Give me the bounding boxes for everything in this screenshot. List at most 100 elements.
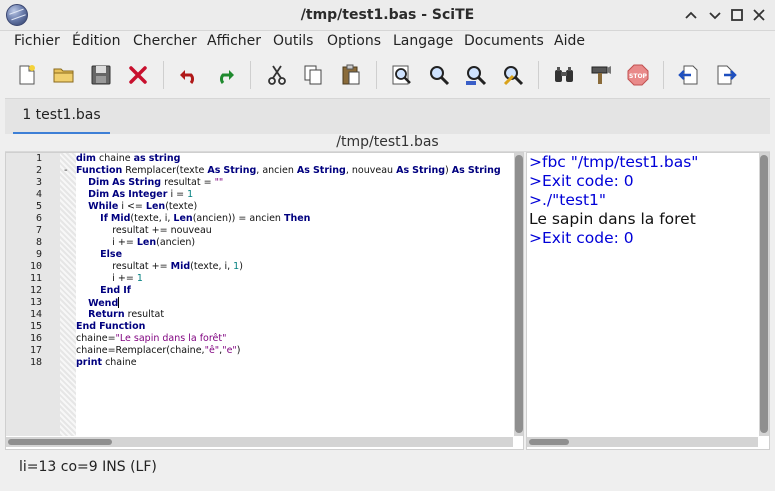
code-text: resultat = <box>161 177 215 188</box>
file-path: /tmp/test1.bas <box>336 134 439 150</box>
code-text: ) <box>239 261 243 272</box>
binoculars-icon[interactable] <box>552 63 576 87</box>
chevron-up-icon[interactable] <box>681 5 701 25</box>
close-file-icon[interactable] <box>126 63 150 87</box>
output-command-line: >fbc "/tmp/test1.bas" <box>529 153 699 171</box>
code-line[interactable]: print chaine <box>76 357 137 369</box>
code-text: (ancien) <box>156 237 196 248</box>
output-vertical-scrollbar[interactable] <box>759 153 769 436</box>
menu-outils[interactable]: Outils <box>273 33 313 49</box>
build-icon[interactable] <box>589 63 613 87</box>
code-keyword: If <box>123 285 131 296</box>
code-line[interactable]: resultat += Mid(texte, i, 1) <box>76 261 243 273</box>
line-number: 13 <box>29 297 42 308</box>
output-pane[interactable]: >fbc "/tmp/test1.bas" >Exit code: 0 >./"te… <box>526 152 770 450</box>
line-number: 9 <box>35 249 42 260</box>
code-keyword: String <box>412 165 446 176</box>
paste-icon[interactable] <box>339 63 363 87</box>
code-keyword: If <box>100 213 108 224</box>
next-buffer-icon[interactable] <box>714 63 738 87</box>
code-line[interactable]: Dim As Integer i = 1 <box>76 189 193 201</box>
code-line[interactable]: While i <= Len(texte) <box>76 201 197 213</box>
cut-icon[interactable] <box>265 63 289 87</box>
code-keyword: Integer <box>128 189 168 200</box>
find-icon[interactable] <box>427 63 451 87</box>
window-title: /tmp/test1.bas - SciTE <box>300 7 475 23</box>
code-line[interactable]: Else <box>76 249 122 261</box>
code-keyword: Function <box>99 321 146 332</box>
code-line[interactable]: i += 1 <box>76 273 143 285</box>
editor-pane[interactable]: 1 2 3 4 5 6 7 8 9 10 11 12 13 14 15 16 17 18 - dim chaine… <box>5 152 524 450</box>
code-keyword: Dim <box>88 189 110 200</box>
menu-afficher[interactable]: Afficher <box>207 33 261 49</box>
output-text-line: Le sapin dans la foret <box>529 210 696 228</box>
menu-edition[interactable]: Édition <box>72 33 120 49</box>
save-icon[interactable] <box>89 63 113 87</box>
redo-icon[interactable] <box>213 63 237 87</box>
code-text: ) <box>445 165 452 176</box>
line-number: 14 <box>29 309 42 320</box>
output-vertical-scroll-thumb[interactable] <box>760 155 768 433</box>
fold-margin[interactable] <box>60 153 76 436</box>
menu-aide[interactable]: Aide <box>554 33 585 49</box>
new-file-icon[interactable] <box>15 63 39 87</box>
line-number: 6 <box>35 213 42 224</box>
output-horizontal-scroll-thumb[interactable] <box>529 439 569 445</box>
code-line[interactable]: End Function <box>76 321 145 333</box>
code-keyword: As <box>296 165 310 176</box>
code-line[interactable]: resultat += nouveau <box>76 225 212 237</box>
menu-options[interactable]: Options <box>327 33 381 49</box>
code-line[interactable]: dim chaine as string <box>76 153 180 165</box>
line-number: 16 <box>29 333 42 344</box>
editor-horizontal-scroll-thumb[interactable] <box>8 439 112 445</box>
open-folder-icon[interactable] <box>52 63 76 87</box>
menu-fichier[interactable]: Fichier <box>14 33 60 49</box>
code-text: (texte, i, <box>190 261 234 272</box>
code-line[interactable]: Dim As String resultat = "" <box>76 177 223 189</box>
code-line[interactable]: Return resultat <box>76 309 164 321</box>
close-icon[interactable] <box>749 5 769 25</box>
editor-vertical-scrollbar[interactable] <box>514 153 523 436</box>
menu-langage[interactable]: Langage <box>393 33 453 49</box>
previous-buffer-icon[interactable] <box>677 63 701 87</box>
maximize-icon[interactable] <box>727 5 747 25</box>
undo-icon[interactable] <box>177 63 201 87</box>
code-line[interactable]: If Mid(texte, i, Len(ancien)) = ancien T… <box>76 213 310 225</box>
code-line[interactable]: End If <box>76 285 131 297</box>
code-text: resultat <box>124 309 165 320</box>
copy-icon[interactable] <box>301 63 325 87</box>
line-number: 12 <box>29 285 42 296</box>
code-text: chaine=Remplacer(chaine, <box>76 345 205 356</box>
code-line[interactable]: chaine="Le sapin dans la forêt" <box>76 333 227 345</box>
line-number: 11 <box>29 273 42 284</box>
fold-marker[interactable]: - <box>64 165 68 176</box>
zoom-page-icon[interactable] <box>390 63 414 87</box>
editor-horizontal-scrollbar[interactable] <box>6 437 513 447</box>
status-text: li=13 co=9 INS (LF) <box>19 459 157 475</box>
code-line[interactable]: i += Len(ancien) <box>76 237 195 249</box>
stop-icon[interactable]: STOP <box>626 63 650 87</box>
output-horizontal-scrollbar[interactable] <box>527 437 758 447</box>
find-next-icon[interactable] <box>464 63 488 87</box>
menu-bar: Fichier Édition Chercher Afficher Outils… <box>0 31 775 53</box>
editor-vertical-scroll-thumb[interactable] <box>515 155 523 433</box>
menu-documents[interactable]: Documents <box>464 33 544 49</box>
code-text: chaine <box>102 357 137 368</box>
status-bar: li=13 co=9 INS (LF) <box>0 450 775 491</box>
replace-icon[interactable] <box>501 63 525 87</box>
chevron-down-icon[interactable] <box>705 5 725 25</box>
code-line[interactable]: Wend <box>76 297 120 309</box>
code-keyword: End <box>100 285 121 296</box>
code-keyword: String <box>312 165 346 176</box>
line-number: 4 <box>35 189 42 200</box>
output-command-line: >Exit code: 0 <box>529 229 634 247</box>
code-text: (ancien)) = ancien <box>192 213 284 224</box>
code-keyword: Len <box>136 237 157 248</box>
code-line[interactable]: Function Remplacer(texte As String, anci… <box>76 165 501 177</box>
code-keyword: print <box>76 357 103 368</box>
tab-test1-bas[interactable]: 1 test1.bas <box>13 99 110 135</box>
code-area[interactable]: dim chaine as string Function Remplacer(t… <box>76 153 511 436</box>
code-line[interactable]: chaine=Remplacer(chaine,"ê","e") <box>76 345 241 357</box>
menu-chercher[interactable]: Chercher <box>133 33 197 49</box>
